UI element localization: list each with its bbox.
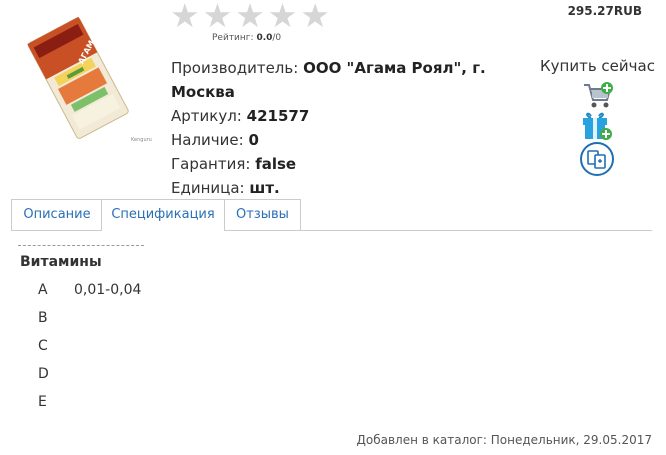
rating-stars[interactable]: ★ ★ ★ ★ ★ bbox=[170, 0, 330, 32]
spec-group-title: Витамины bbox=[20, 254, 102, 270]
unit-label: Единица: bbox=[171, 179, 245, 197]
rating-count: /0 bbox=[272, 33, 282, 43]
rating-value: 0.0 bbox=[256, 33, 273, 43]
sku-value: 421577 bbox=[246, 107, 310, 125]
tab-reviews[interactable]: Отзывы bbox=[224, 199, 301, 230]
manufacturer-line: Производитель: ООО "Агама Роял", г. Моск… bbox=[171, 56, 521, 104]
product-details: Производитель: ООО "Агама Роял", г. Моск… bbox=[171, 56, 521, 200]
sku-line: Артикул: 421577 bbox=[171, 104, 521, 128]
compare-icon[interactable] bbox=[579, 141, 615, 177]
added-to-catalog-date: Добавлен в каталог: Понедельник, 29.05.2… bbox=[356, 433, 652, 447]
rating-summary: Рейтинг: 0.0/0 bbox=[212, 33, 281, 43]
rating-label: Рейтинг: bbox=[212, 33, 254, 43]
star-icon[interactable]: ★ bbox=[235, 0, 265, 32]
spec-row-value: 0,01-0,04 bbox=[74, 282, 142, 298]
star-icon[interactable]: ★ bbox=[300, 0, 330, 32]
spec-row-name: B bbox=[38, 310, 48, 326]
spec-row-name: E bbox=[38, 394, 47, 410]
stock-value: 0 bbox=[248, 131, 259, 149]
tab-description[interactable]: Описание bbox=[11, 199, 103, 230]
image-watermark: Kenguru bbox=[131, 137, 152, 143]
add-to-cart-icon[interactable] bbox=[581, 80, 615, 112]
star-icon[interactable]: ★ bbox=[203, 0, 233, 32]
buy-now-label[interactable]: Купить сейчас bbox=[540, 57, 655, 75]
warranty-label: Гарантия: bbox=[171, 155, 251, 173]
star-icon[interactable]: ★ bbox=[170, 0, 200, 32]
unit-line: Единица: шт. bbox=[171, 176, 521, 200]
stock-line: Наличие: 0 bbox=[171, 128, 521, 152]
product-tabs: Описание Спецификация Отзывы bbox=[11, 199, 652, 231]
spec-row-name: D bbox=[38, 366, 49, 382]
stock-label: Наличие: bbox=[171, 131, 244, 149]
sku-label: Артикул: bbox=[171, 107, 242, 125]
star-icon[interactable]: ★ bbox=[268, 0, 298, 32]
product-image[interactable]: Kenguru АГАМА bbox=[10, 5, 160, 145]
warranty-value: false bbox=[255, 155, 297, 173]
spec-row-name: A bbox=[38, 282, 48, 298]
gift-add-icon[interactable] bbox=[580, 110, 614, 142]
product-price: 295.27RUB bbox=[567, 4, 642, 18]
spec-row-name: C bbox=[38, 338, 48, 354]
manufacturer-label: Производитель: bbox=[171, 59, 299, 77]
tab-specification[interactable]: Спецификация bbox=[101, 199, 225, 231]
spec-divider bbox=[18, 245, 144, 246]
unit-value: шт. bbox=[249, 179, 280, 197]
warranty-line: Гарантия: false bbox=[171, 152, 521, 176]
